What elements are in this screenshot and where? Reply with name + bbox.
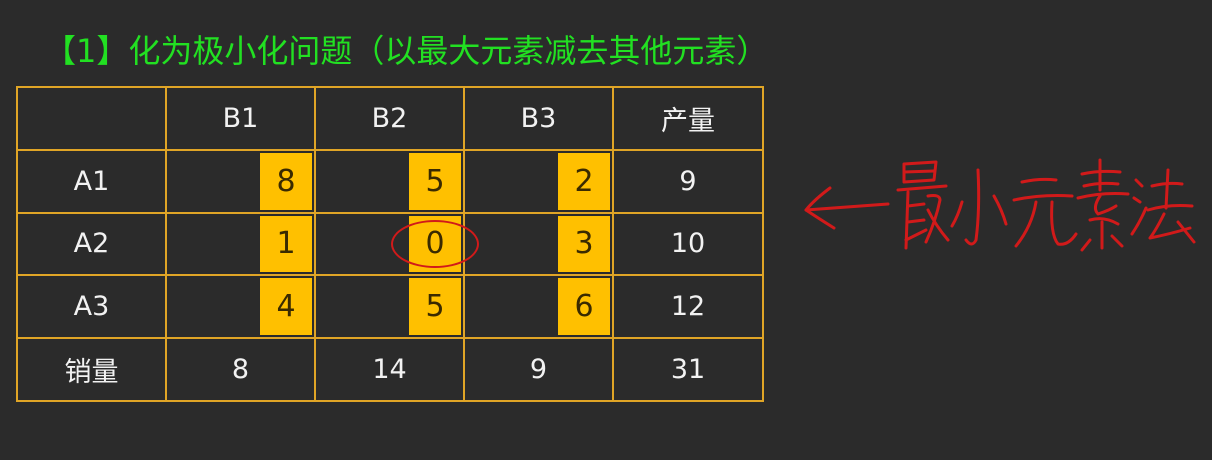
handwritten-annotation xyxy=(804,158,1196,252)
row-label-a1: A1 xyxy=(16,148,167,214)
cell-a3-b1: 4 xyxy=(165,274,316,340)
cost-value: 2 xyxy=(558,152,610,210)
cell-a2-b1: 1 xyxy=(165,211,316,277)
column-header-supply: 产量 xyxy=(612,86,764,151)
arrow-left-icon xyxy=(804,202,890,212)
cost-value-circled: 0 xyxy=(391,215,479,273)
cost-value: 5 xyxy=(409,152,461,210)
cost-value: 8 xyxy=(260,152,312,210)
column-header-b2: B2 xyxy=(314,86,465,151)
cost-value: 4 xyxy=(260,278,312,336)
demand-b2: 14 xyxy=(314,337,465,402)
table-row: A3 4 5 6 12 xyxy=(16,274,764,340)
cell-a3-b3: 6 xyxy=(463,274,614,340)
cost-value: 5 xyxy=(409,278,461,336)
column-header-b3: B3 xyxy=(463,86,614,151)
table-row: A2 1 0 3 10 xyxy=(16,211,764,277)
supply-a1: 9 xyxy=(612,148,764,214)
supply-a3: 12 xyxy=(612,274,764,340)
transport-table: B1 B2 B3 产量 A1 8 5 2 9 A2 1 0 3 10 A3 4 … xyxy=(16,86,764,402)
table-header-row: B1 B2 B3 产量 xyxy=(16,86,764,151)
row-label-a3: A3 xyxy=(16,274,167,340)
cost-value: 6 xyxy=(558,278,610,336)
supply-a2: 10 xyxy=(612,211,764,277)
cell-a1-b1: 8 xyxy=(165,148,316,214)
demand-b3: 9 xyxy=(463,337,614,402)
row-label-a2: A2 xyxy=(16,211,167,277)
cell-a1-b2: 5 xyxy=(314,148,465,214)
corner-cell xyxy=(16,86,167,151)
cost-value: 3 xyxy=(558,215,610,273)
column-header-b1: B1 xyxy=(165,86,316,151)
cell-a1-b3: 2 xyxy=(463,148,614,214)
table-row: A1 8 5 2 9 xyxy=(16,148,764,214)
demand-label: 销量 xyxy=(16,337,167,402)
page-title: 【1】化为极小化问题（以最大元素减去其他元素） xyxy=(44,32,769,70)
demand-total: 31 xyxy=(612,337,764,402)
demand-row: 销量 8 14 9 31 xyxy=(16,337,764,402)
demand-b1: 8 xyxy=(165,337,316,402)
cell-a2-b3: 3 xyxy=(463,211,614,277)
cost-value: 1 xyxy=(260,215,312,273)
cell-a2-b2: 0 xyxy=(314,211,479,277)
cell-a3-b2: 5 xyxy=(314,274,465,340)
